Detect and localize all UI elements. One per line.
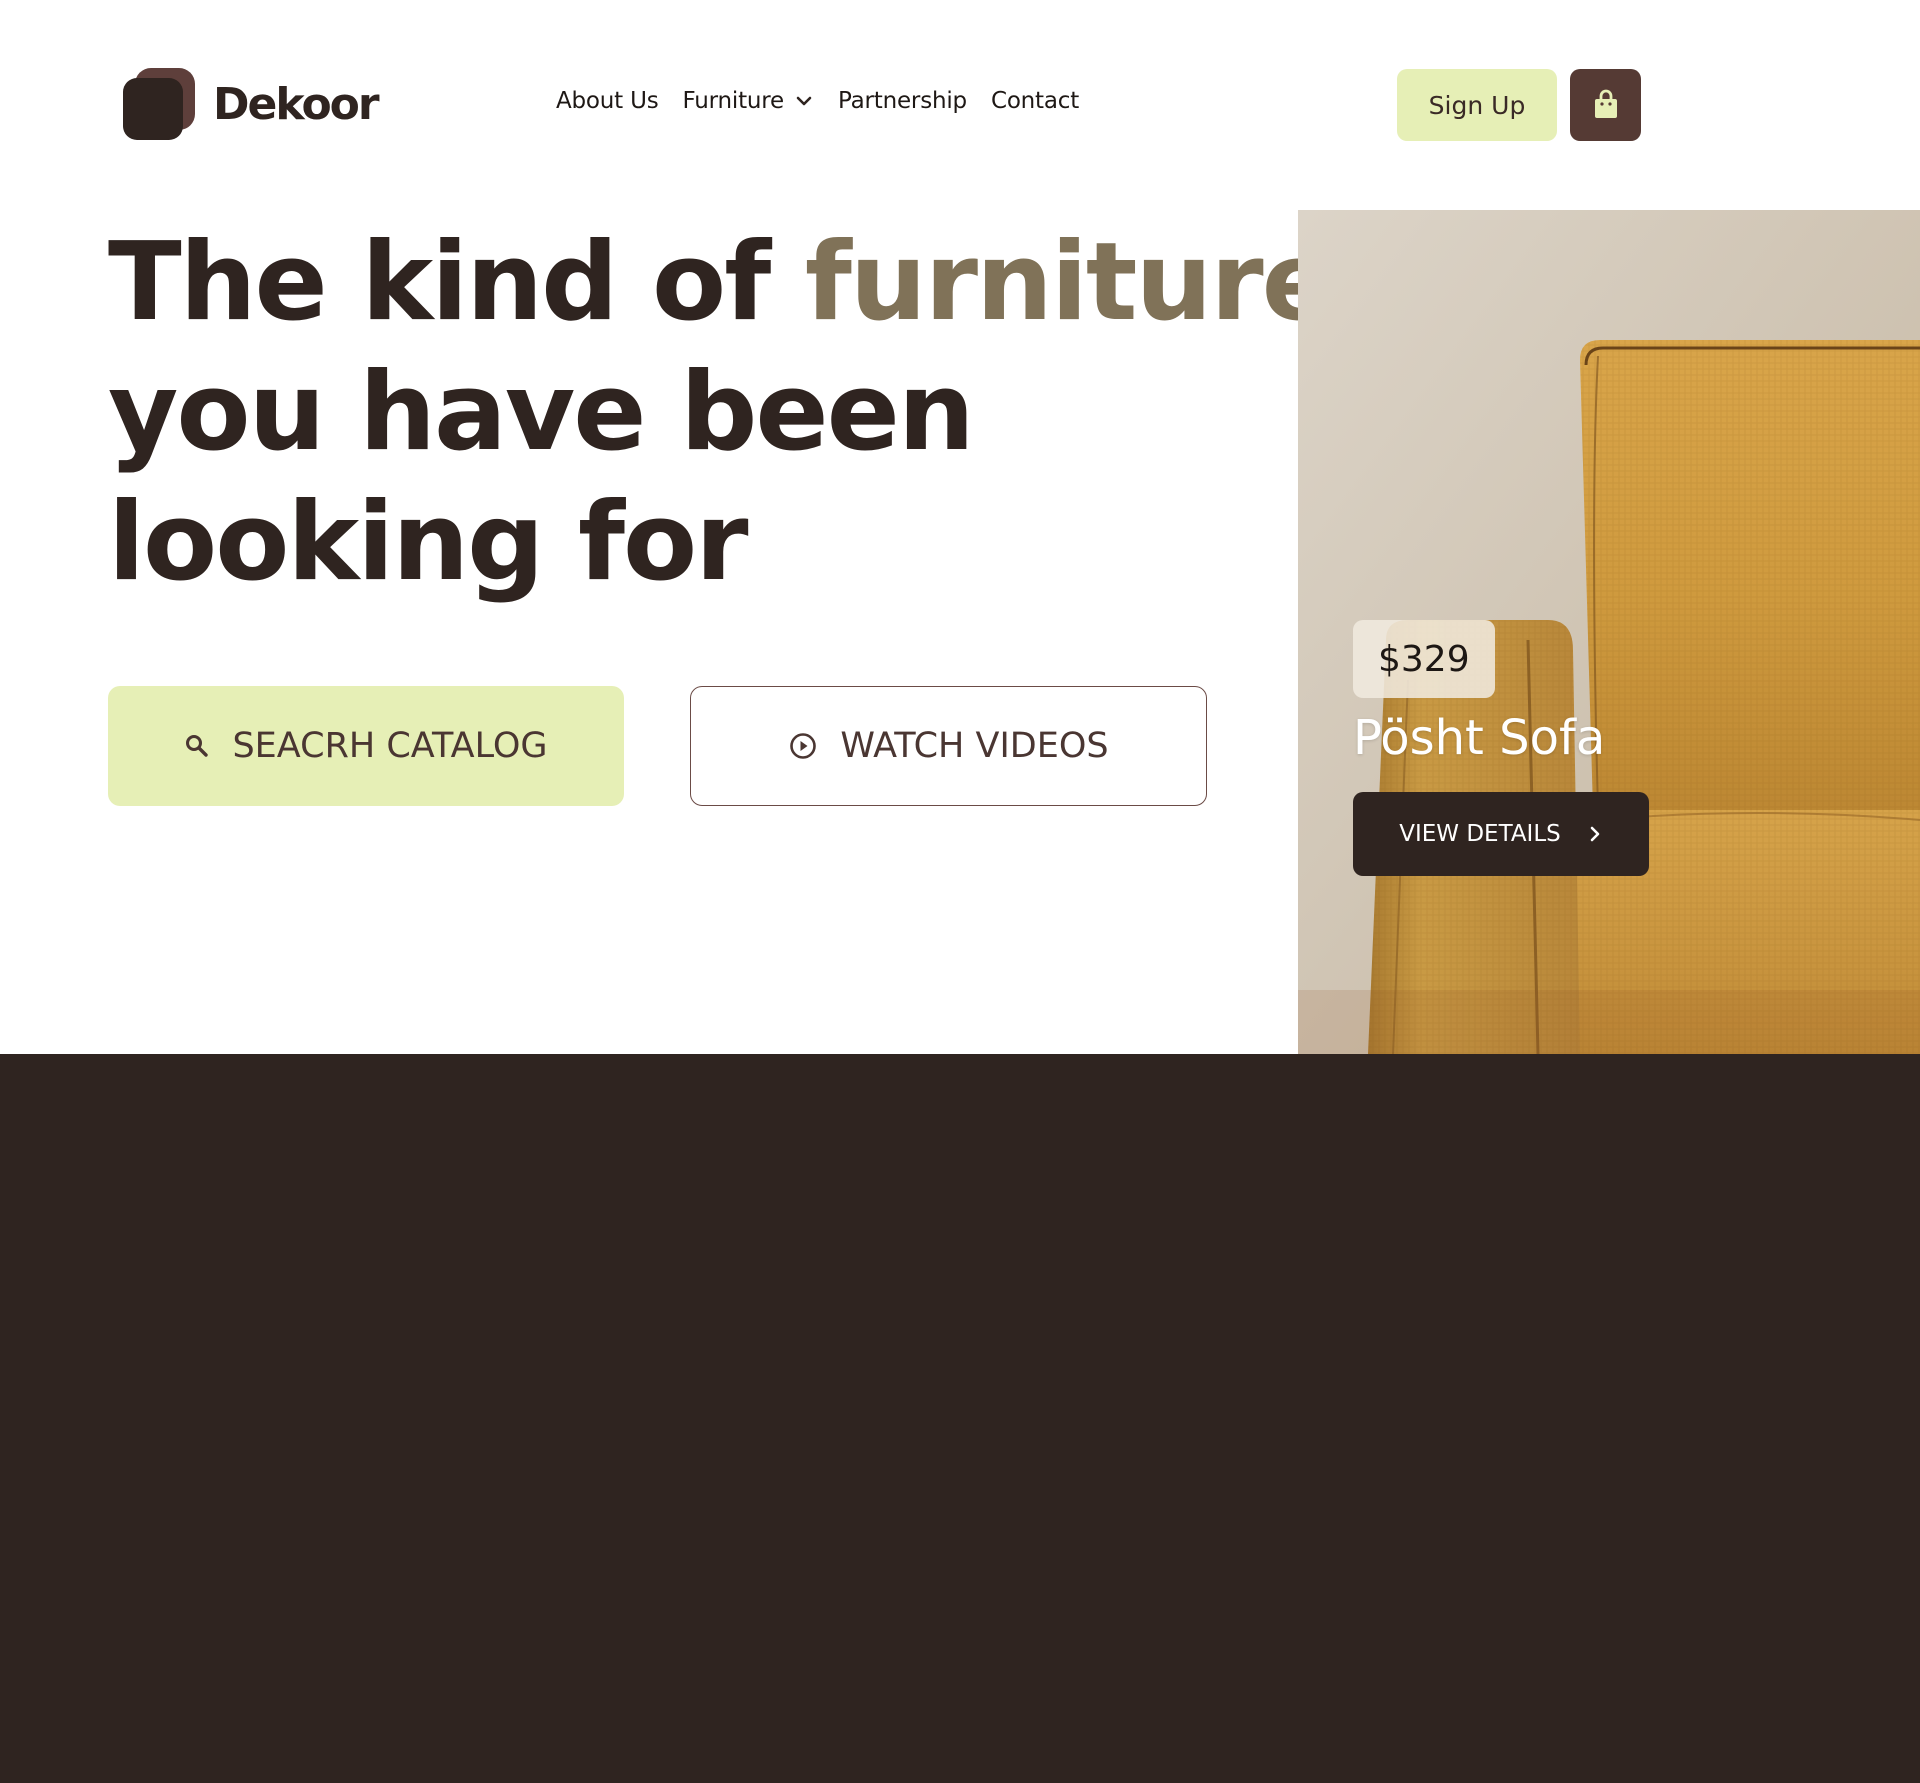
headline-line2: you have been [108, 350, 975, 475]
nav-item-contact[interactable]: Contact [991, 88, 1079, 114]
cart-button[interactable] [1570, 69, 1641, 141]
brand-name: Dekoor [213, 78, 380, 130]
watch-videos-label: WATCH VIDEOS [840, 726, 1109, 766]
headline-accent: furniture [804, 220, 1335, 345]
search-catalog-label: SEACRH CATALOG [232, 726, 548, 766]
view-details-label: VIEW DETAILS [1399, 821, 1561, 847]
nav-item-label: Contact [990, 88, 1080, 114]
logo-mark-icon [123, 68, 195, 140]
chevron-right-icon [1590, 826, 1600, 842]
headline-line3: looking for [108, 480, 749, 605]
nav-item-about-us[interactable]: About Us [556, 88, 659, 114]
watch-videos-button[interactable]: WATCH VIDEOS [690, 686, 1207, 806]
view-details-button[interactable]: VIEW DETAILS [1353, 792, 1649, 876]
page: Dekoor About Us Furniture Partnership Co… [0, 0, 1920, 1783]
dark-section [0, 1054, 1920, 1783]
main-nav: About Us Furniture Partnership Contact [556, 88, 1079, 114]
nav-item-furniture[interactable]: Furniture [683, 88, 814, 114]
brand-logo[interactable]: Dekoor [123, 68, 380, 140]
nav-item-label: Furniture [682, 88, 785, 114]
product-showcase: $329 Pösht Sofa VIEW DETAILS [1298, 210, 1920, 1054]
product-price-badge: $329 [1353, 620, 1495, 698]
search-catalog-button[interactable]: SEACRH CATALOG [108, 686, 624, 806]
nav-item-label: About Us [556, 88, 659, 114]
product-name: Pösht Sofa [1353, 710, 1606, 766]
play-circle-icon [790, 733, 817, 759]
chevron-down-icon [796, 96, 812, 106]
nav-item-partnership[interactable]: Partnership [838, 88, 967, 114]
nav-item-label: Partnership [838, 88, 967, 114]
search-icon [186, 735, 209, 757]
headline-part1: The kind of [108, 220, 805, 345]
shopping-bag-icon [1594, 89, 1617, 118]
sign-up-button[interactable]: Sign Up [1397, 69, 1557, 141]
hero-headline: The kind of furniture you have been look… [108, 218, 1335, 608]
